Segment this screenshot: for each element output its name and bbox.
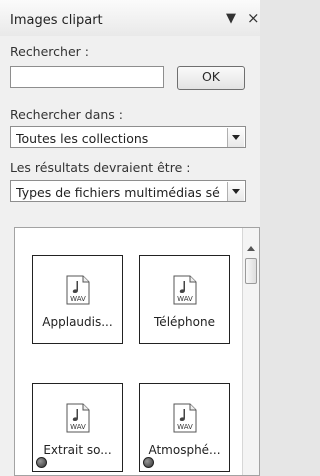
svg-text:WAV: WAV <box>70 295 86 303</box>
wav-sound-icon: WAV <box>66 403 90 433</box>
close-icon[interactable]: × <box>247 9 260 27</box>
results-scrollbar[interactable] <box>242 228 259 475</box>
results-area: WAV Applaudis... WAV Téléphone WAV Extra… <box>14 227 260 476</box>
tile-caption: Téléphone <box>154 315 215 329</box>
web-globe-icon <box>36 457 47 468</box>
search-in-label: Rechercher dans : <box>10 107 123 122</box>
tile-caption: Extrait so... <box>43 443 112 457</box>
search-input[interactable] <box>10 66 164 88</box>
wav-sound-icon: WAV <box>66 275 90 305</box>
chevron-down-icon[interactable] <box>227 182 244 201</box>
scrollbar-thumb[interactable] <box>245 258 257 284</box>
ok-button[interactable]: OK <box>177 66 245 90</box>
search-label: Rechercher : <box>10 44 89 59</box>
chevron-down-icon[interactable] <box>227 128 244 147</box>
wav-sound-icon: WAV <box>173 403 197 433</box>
svg-text:WAV: WAV <box>70 423 86 431</box>
pane-title: Images clipart <box>10 13 103 28</box>
clipart-result-tile[interactable]: WAV Extrait so... <box>32 383 123 472</box>
search-in-value: Toutes les collections <box>16 131 149 146</box>
scroll-up-arrow-icon[interactable] <box>247 246 255 251</box>
tile-caption: Applaudis... <box>42 315 113 329</box>
wav-sound-icon: WAV <box>173 275 197 305</box>
result-type-label: Les résultats devraient être : <box>10 160 191 175</box>
pane-header: Images clipart ▼ × <box>0 0 260 36</box>
clipart-result-tile[interactable]: WAV Téléphone <box>139 255 230 344</box>
web-globe-icon <box>143 457 154 468</box>
result-type-value: Types de fichiers multimédias sé <box>16 185 220 200</box>
tile-caption: Atmosphé... <box>148 443 221 457</box>
clipart-result-tile[interactable]: WAV Atmosphé... <box>139 383 230 472</box>
svg-text:WAV: WAV <box>177 423 193 431</box>
svg-text:WAV: WAV <box>177 295 193 303</box>
search-in-dropdown[interactable]: Toutes les collections <box>10 126 246 148</box>
pane-menu-button[interactable]: ▼ <box>226 11 236 26</box>
clipart-task-pane: Images clipart ▼ × Rechercher : OK Reche… <box>0 0 260 476</box>
result-type-dropdown[interactable]: Types de fichiers multimédias sé <box>10 180 246 202</box>
clipart-result-tile[interactable]: WAV Applaudis... <box>32 255 123 344</box>
